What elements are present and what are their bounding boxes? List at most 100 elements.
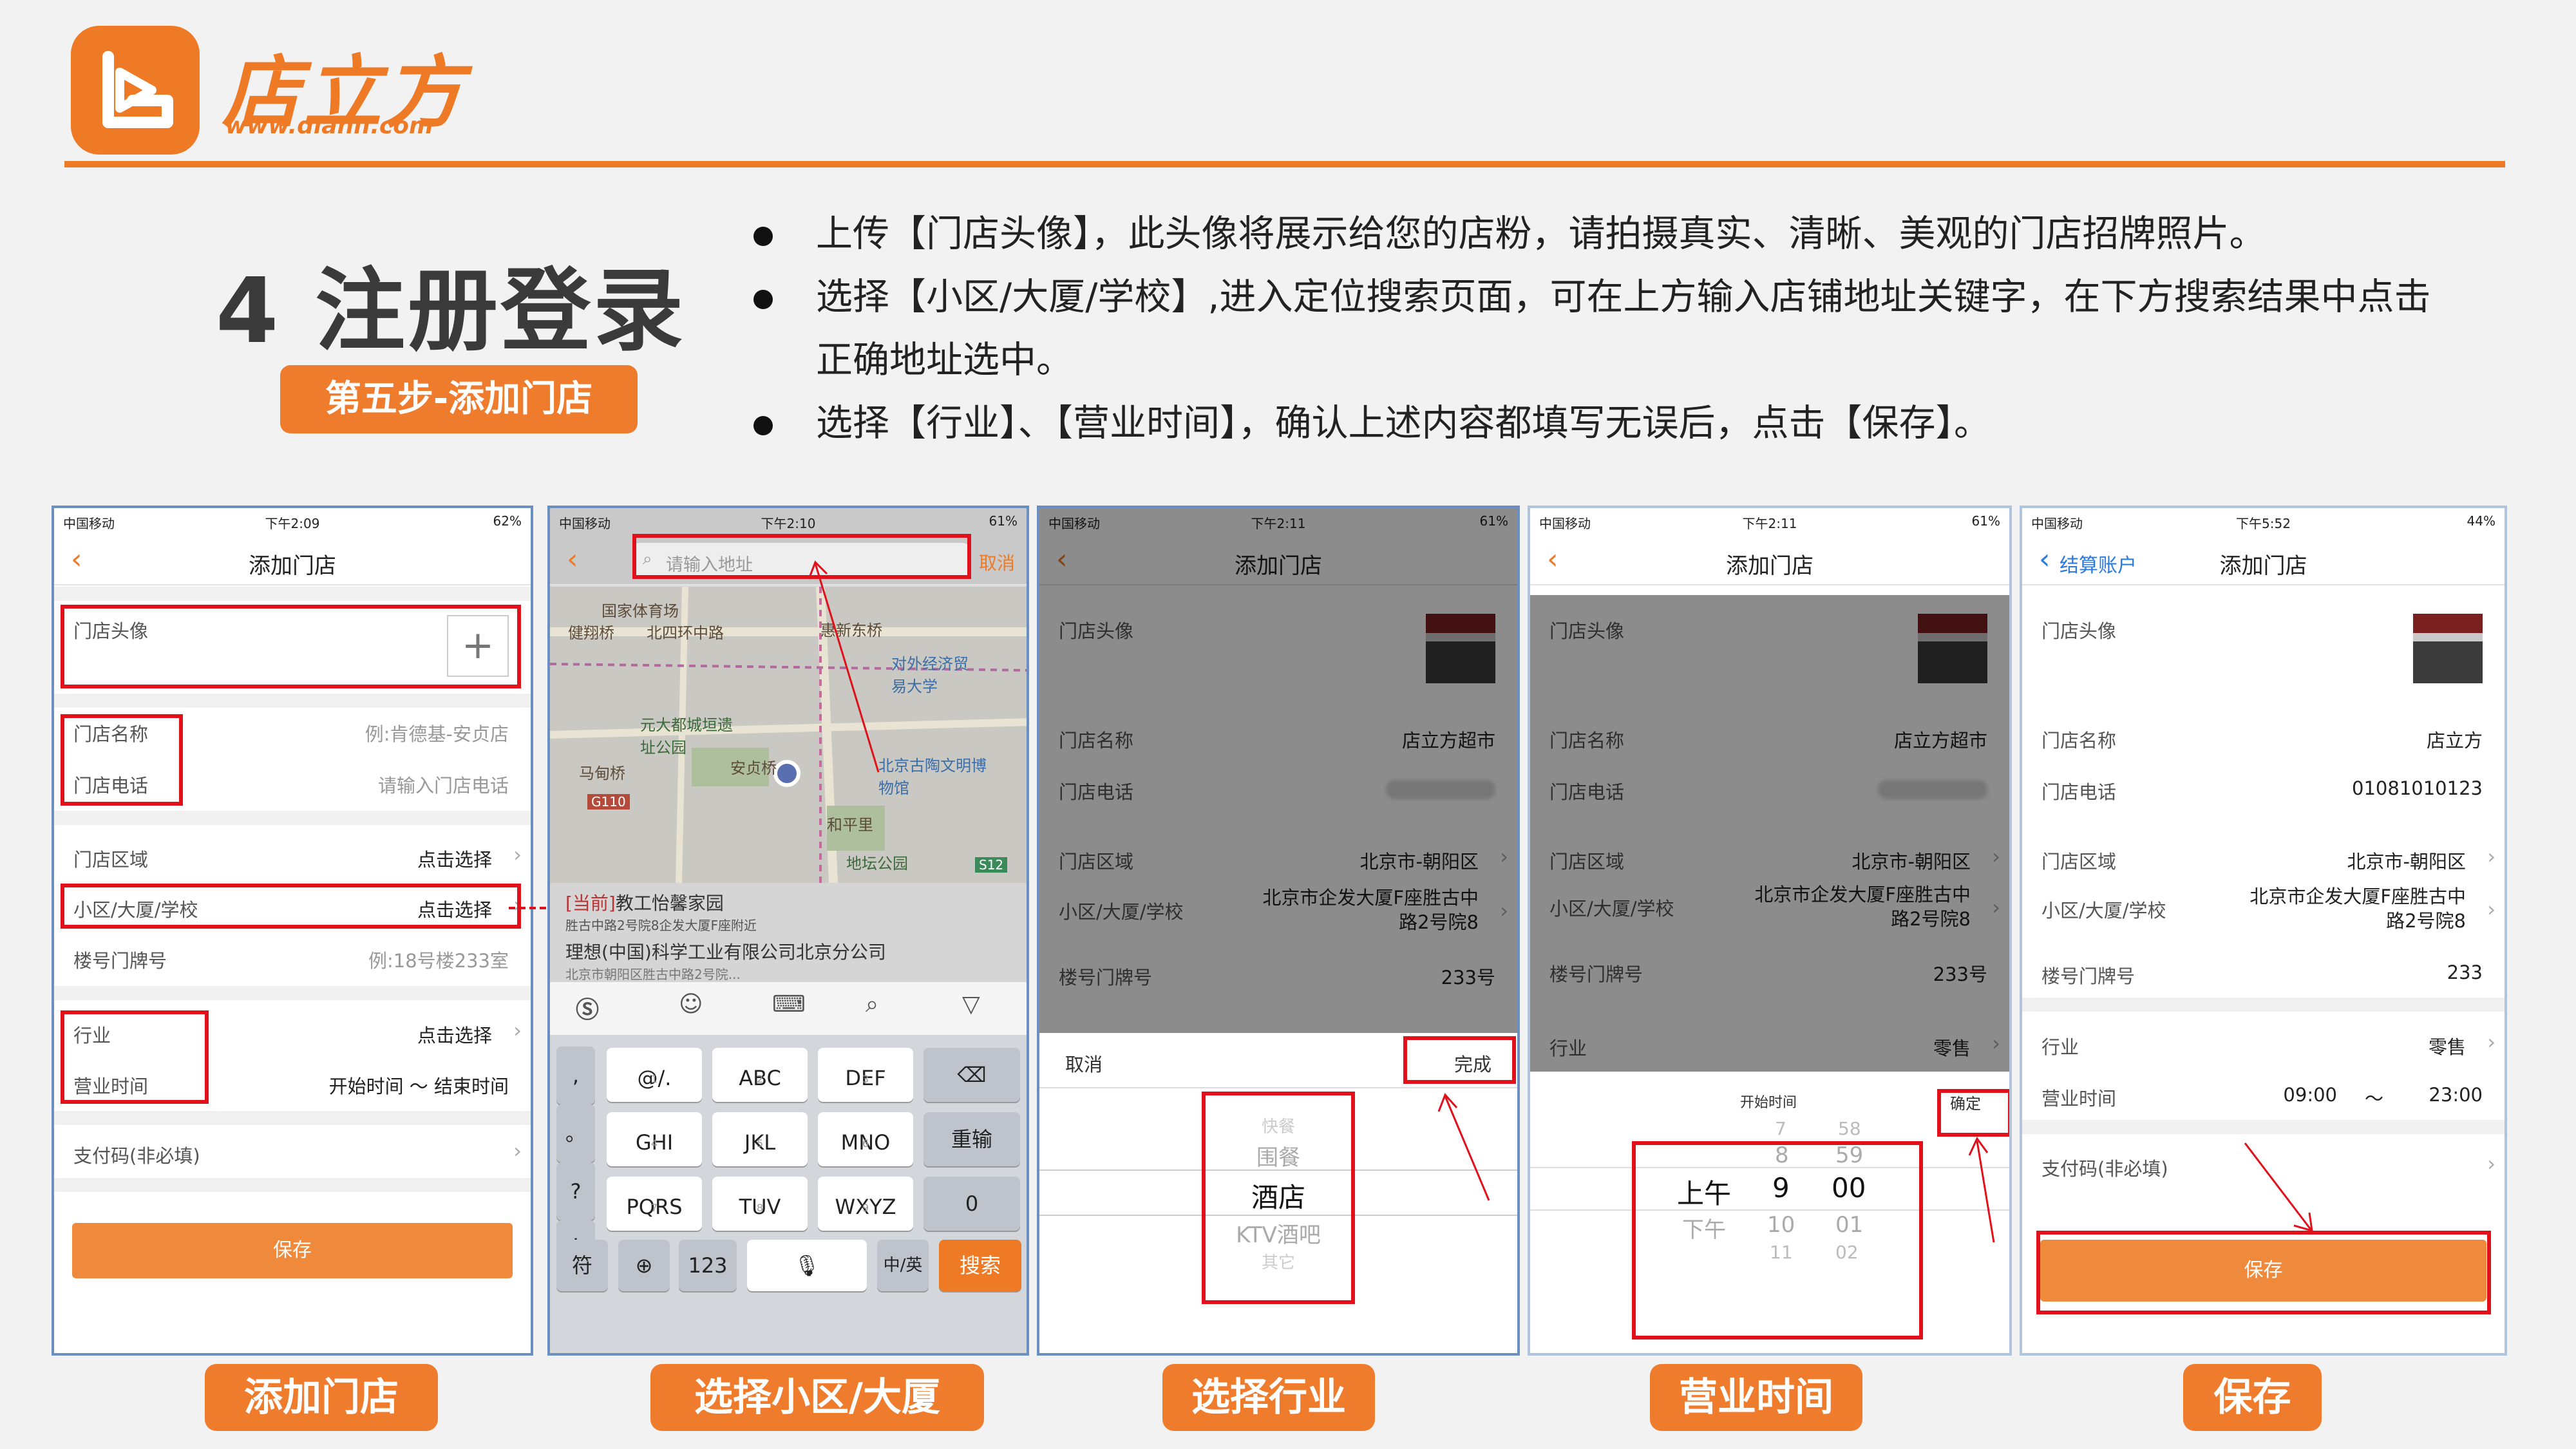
- industry-value: 零售: [2428, 1036, 2466, 1058]
- highlight-box: [61, 1010, 209, 1104]
- industry-label: 行业: [2041, 1036, 2079, 1058]
- key-2[interactable]: 2 ABC: [712, 1048, 808, 1102]
- store-name-row[interactable]: 门店名称 店立方: [2035, 714, 2492, 759]
- hours-separator: ～: [2364, 1088, 2383, 1110]
- hours-row[interactable]: 营业时间 09:00 ～ 23:00: [2035, 1072, 2492, 1117]
- key-1[interactable]: 1 @/.: [607, 1048, 702, 1102]
- pointer-arrow-icon: [1437, 1093, 1490, 1201]
- highlight-box: [2036, 1231, 2491, 1314]
- key-3[interactable]: 3 DEF: [818, 1048, 913, 1102]
- paycode-row[interactable]: 支付码(非必填) ›: [67, 1130, 522, 1175]
- symbol-key[interactable]: 符: [556, 1240, 608, 1291]
- app-logo: [71, 26, 200, 155]
- delete-key-icon[interactable]: ⌫: [923, 1048, 1020, 1102]
- key-punct[interactable]: ?: [556, 1162, 595, 1220]
- keyboard-switch-icon[interactable]: ⌨: [772, 991, 806, 1018]
- numeric-key[interactable]: 123: [679, 1240, 737, 1291]
- key-punct[interactable]: 。: [556, 1104, 595, 1162]
- start-time-label: 开始时间: [1739, 1095, 1797, 1111]
- community-value: 北京市企发大厦F座胜古中路2号院8: [2249, 886, 2466, 932]
- nav-bar: ‹ 结算账户 添加门店: [2022, 534, 2505, 585]
- bullet-dot: [753, 416, 773, 435]
- key-punct[interactable]: ,: [556, 1046, 595, 1104]
- collapse-icon[interactable]: ▽: [962, 991, 980, 1018]
- globe-icon[interactable]: ⊕: [618, 1240, 670, 1291]
- key-8[interactable]: 8 TUV: [712, 1177, 808, 1231]
- area-row[interactable]: 门店区域 点击选择 ›: [67, 833, 522, 878]
- area-row[interactable]: 门店区域 北京市-朝阳区 ›: [2035, 835, 2496, 880]
- hours-start[interactable]: 09:00: [2283, 1084, 2337, 1106]
- back-chevron-icon[interactable]: ‹: [567, 543, 578, 576]
- floor-input[interactable]: 例:18号楼233室: [368, 946, 509, 973]
- emoji-icon[interactable]: ☺: [679, 991, 703, 1018]
- chevron-right-icon: ›: [2487, 1151, 2496, 1176]
- road-shield: S12: [975, 857, 1008, 873]
- key-4[interactable]: 4 GHI: [607, 1112, 702, 1166]
- chevron-right-icon: ›: [2487, 844, 2496, 869]
- status-time: 下午2:11: [1742, 516, 1797, 531]
- area-value: 点击选择: [417, 849, 492, 871]
- road-shield: G110: [587, 794, 630, 810]
- key-9[interactable]: 9 WXYZ: [818, 1177, 913, 1231]
- section-title: 4 注册登录: [216, 259, 687, 364]
- picker-cancel-button[interactable]: 取消: [1065, 1050, 1103, 1077]
- caption-select-industry: 选择行业: [1162, 1364, 1375, 1431]
- key-7[interactable]: 7 PQRS: [607, 1177, 702, 1231]
- keyboard-toolbar: Ⓢ ☺ ⌨ ⌕ ▽: [550, 982, 1027, 1035]
- highlight-box: [61, 884, 521, 929]
- paycode-label: 支付码(非必填): [2041, 1158, 2168, 1180]
- community-row[interactable]: 小区/大厦/学校 北京市企发大厦F座胜古中路2号院8 ›: [2035, 880, 2496, 942]
- save-button[interactable]: 保存: [72, 1223, 513, 1278]
- avatar-label: 门店头像: [2041, 620, 2117, 642]
- highlight-box: [1202, 1092, 1355, 1304]
- play-logo-icon: [102, 51, 173, 128]
- map-label: 和平里: [827, 816, 873, 834]
- floor-row[interactable]: 楼号门牌号 233: [2035, 950, 2492, 995]
- hour-option[interactable]: 7: [1775, 1118, 1786, 1139]
- highlight-box: [1937, 1089, 2009, 1137]
- industry-row[interactable]: 行业 零售 ›: [2035, 1021, 2496, 1066]
- list-item[interactable]: 理想(中国)科学工业有限公司北京分公司 北京市朝阳区胜古中路2号院...: [565, 938, 1020, 983]
- list-item[interactable]: [当前]教工怡馨家园 胜古中路2号院8企发大厦F座附近: [565, 889, 1020, 934]
- bullet-item: 选择【行业】、【营业时间】，确认上述内容都填写无误后，点击【保存】。: [753, 392, 2454, 455]
- status-bar: 中国移动 下午5:52 44%: [2022, 508, 2505, 534]
- search-icon[interactable]: ⌕: [866, 991, 878, 1018]
- microphone-icon[interactable]: 🎙: [747, 1240, 867, 1291]
- modal-overlay[interactable]: [1530, 595, 2009, 1072]
- store-phone-row[interactable]: 门店电话 01081010123: [2035, 766, 2492, 811]
- lang-switch-key[interactable]: 中/英: [877, 1240, 929, 1291]
- hours-end[interactable]: 23:00: [2429, 1084, 2483, 1106]
- key-0[interactable]: 0: [923, 1177, 1020, 1231]
- battery-level: 61%: [1971, 513, 2000, 529]
- key-6[interactable]: 6 MNO: [818, 1112, 913, 1166]
- status-time: 下午2:10: [761, 516, 816, 531]
- cancel-button[interactable]: 取消: [979, 549, 1015, 575]
- caption-select-community: 选择小区/大厦: [650, 1364, 984, 1431]
- store-name-value: 店立方: [2426, 730, 2483, 752]
- floor-label: 楼号门牌号: [73, 950, 167, 972]
- nav-title: 添加门店: [249, 553, 336, 579]
- header-divider: [64, 161, 2505, 167]
- reenter-key[interactable]: 重输: [923, 1112, 1020, 1166]
- modal-overlay[interactable]: [1039, 508, 1517, 1033]
- keyboard: Ⓢ ☺ ⌨ ⌕ ▽ , 。 ? ! 1@/. 2ABC 3DEF ⌫ 4GHI …: [550, 982, 1027, 1353]
- minute-option[interactable]: 58: [1838, 1118, 1861, 1139]
- floor-row[interactable]: 楼号门牌号 例:18号楼233室: [67, 934, 518, 980]
- store-photo[interactable]: [2413, 614, 2483, 683]
- key-5[interactable]: 5 JKL: [712, 1112, 808, 1166]
- avatar-row[interactable]: 门店头像: [2035, 605, 2492, 688]
- store-name-label: 门店名称: [2041, 730, 2117, 752]
- map-label: 地坛公园: [846, 855, 908, 873]
- sogou-logo-icon[interactable]: Ⓢ: [576, 991, 599, 1025]
- bullet-dot: [753, 290, 773, 309]
- map-view[interactable]: 国家体育场 健翔桥 北四环中路 惠新东桥 对外经济贸易大学 元大都城垣遗址公园 …: [550, 587, 1027, 883]
- store-phone-input[interactable]: 请输入门店电话: [378, 771, 509, 798]
- nav-bar: ‹ 添加门店: [1530, 534, 2009, 585]
- nav-title: 添加门店: [1726, 553, 1814, 579]
- search-key[interactable]: 搜索: [939, 1240, 1021, 1291]
- phone-screen-hours-picker: 中国移动 下午2:11 61% ‹ 添加门店 门店头像 门店名称 店立方超市 门…: [1528, 506, 2012, 1356]
- chevron-right-icon: ›: [513, 1018, 522, 1043]
- phone-screen-industry-picker: 中国移动 下午2:11 61% ‹ 添加门店 门店头像 门店名称 店立方超市 门…: [1037, 506, 1520, 1356]
- store-name-input[interactable]: 例:肯德基-安贞店: [365, 719, 509, 746]
- store-phone-value: 01081010123: [2352, 777, 2483, 799]
